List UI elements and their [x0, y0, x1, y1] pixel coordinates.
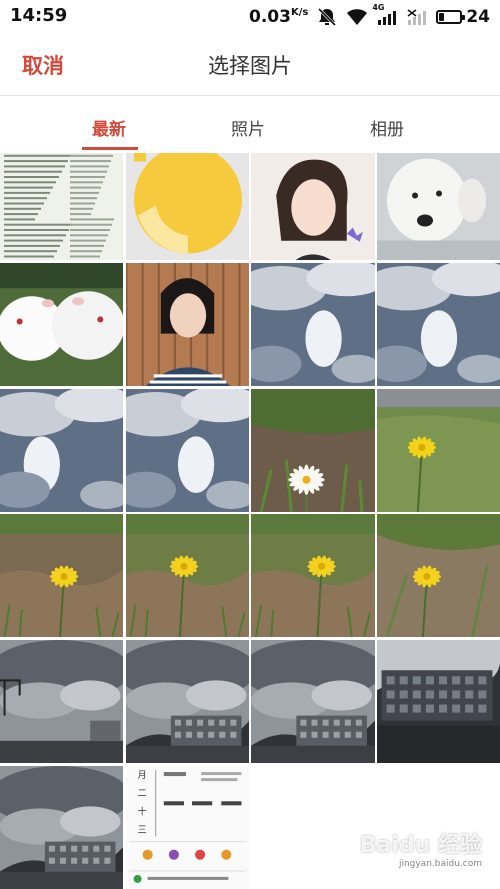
tab-active-indicator	[82, 147, 138, 150]
photo-girl-portrait-image	[126, 263, 249, 386]
photo-yellow-flower-1[interactable]	[377, 389, 500, 512]
grid-empty-area: Baidu 经验 jingyan.baidu.com	[250, 766, 500, 889]
photo-cloudy-sky-4-image	[126, 389, 249, 512]
photo-calendar-card[interactable]: 月二十三	[126, 766, 249, 889]
tab-photos[interactable]: 照片	[231, 115, 265, 140]
signal-empty-icon	[406, 7, 428, 27]
network-speed-value: 0.03	[249, 7, 291, 27]
photo-yellow-circle-avatar[interactable]	[126, 153, 249, 260]
photo-storm-clouds-1-image	[0, 640, 123, 763]
photo-yellow-flower-2[interactable]	[0, 514, 123, 637]
page-title: 选择图片	[208, 54, 292, 78]
status-indicators: 0.03K/s 4G 24	[249, 3, 490, 29]
photo-storm-clouds-4[interactable]	[0, 766, 123, 889]
watermark-sub: jingyan.baidu.com	[398, 859, 482, 869]
status-bar: 14:59 0.03K/s 4G 24	[0, 0, 500, 34]
watermark: Baidu 经验 jingyan.baidu.com	[360, 827, 482, 869]
photo-storm-clouds-2[interactable]	[126, 640, 249, 763]
photo-cloudy-sky-2[interactable]	[377, 263, 500, 386]
photo-campus-building-image	[377, 640, 500, 763]
battery-percent: 24	[466, 7, 490, 27]
network-speed-unit: K/s	[290, 7, 309, 18]
photo-cloudy-sky-1-image	[251, 263, 375, 386]
battery-indicator: 24	[436, 7, 490, 27]
photo-yellow-flower-4[interactable]	[251, 514, 375, 637]
svg-text:三: 三	[138, 826, 147, 836]
photo-girl-portrait[interactable]	[126, 263, 249, 386]
photo-cloudy-sky-1[interactable]	[251, 263, 375, 386]
watermark-text: Baidu 经验	[359, 833, 482, 858]
photo-yellow-flower-1-image	[377, 389, 500, 512]
photo-yellow-flower-3-image	[126, 514, 249, 637]
photo-yellow-flower-5[interactable]	[377, 514, 500, 637]
photo-cloudy-sky-3-image	[0, 389, 123, 512]
wifi-icon	[346, 7, 368, 27]
status-time: 14:59	[10, 5, 68, 26]
photo-storm-clouds-4-image	[0, 766, 123, 889]
photo-cloudy-sky-3[interactable]	[0, 389, 123, 512]
svg-text:月: 月	[138, 770, 147, 781]
battery-icon	[436, 10, 466, 24]
photo-document-screenshot[interactable]	[0, 153, 123, 260]
mute-icon	[316, 7, 338, 27]
photo-yellow-circle-avatar-image	[126, 153, 249, 260]
photo-white-dog[interactable]	[377, 153, 500, 260]
photo-white-hamsters[interactable]	[0, 263, 123, 386]
svg-text:十: 十	[138, 805, 147, 817]
network-type: 4G	[372, 3, 385, 12]
photo-campus-building[interactable]	[377, 640, 500, 763]
signal-4g-icon: 4G	[372, 3, 398, 27]
photo-storm-clouds-3[interactable]	[251, 640, 375, 763]
tab-albums[interactable]: 相册	[370, 115, 404, 140]
photo-cloudy-sky-4[interactable]	[126, 389, 249, 512]
svg-text:二: 二	[138, 789, 147, 799]
photo-illustrated-girl[interactable]	[251, 153, 375, 260]
photo-storm-clouds-3-image	[251, 640, 375, 763]
photo-yellow-flower-2-image	[0, 514, 123, 637]
photo-storm-clouds-2-image	[126, 640, 249, 763]
photo-document-screenshot-image	[0, 153, 123, 260]
photo-calendar-card-image: 月二十三	[126, 766, 249, 889]
photo-cloudy-sky-2-image	[377, 263, 500, 386]
battery-level	[439, 13, 445, 21]
photo-white-dog-image	[377, 153, 500, 260]
photo-white-flower-image	[251, 389, 375, 512]
photo-storm-clouds-1[interactable]	[0, 640, 123, 763]
header: 取消 选择图片	[0, 34, 500, 96]
photo-yellow-flower-3[interactable]	[126, 514, 249, 637]
tab-latest[interactable]: 最新	[92, 115, 126, 140]
photo-yellow-flower-4-image	[251, 514, 375, 637]
photo-white-hamsters-image	[0, 263, 123, 386]
photo-yellow-flower-5-image	[377, 514, 500, 637]
network-speed: 0.03K/s	[249, 7, 308, 27]
photo-white-flower[interactable]	[251, 389, 375, 512]
tab-bar: 最新 照片 相册	[0, 97, 500, 151]
photo-illustrated-girl-image	[251, 153, 375, 260]
